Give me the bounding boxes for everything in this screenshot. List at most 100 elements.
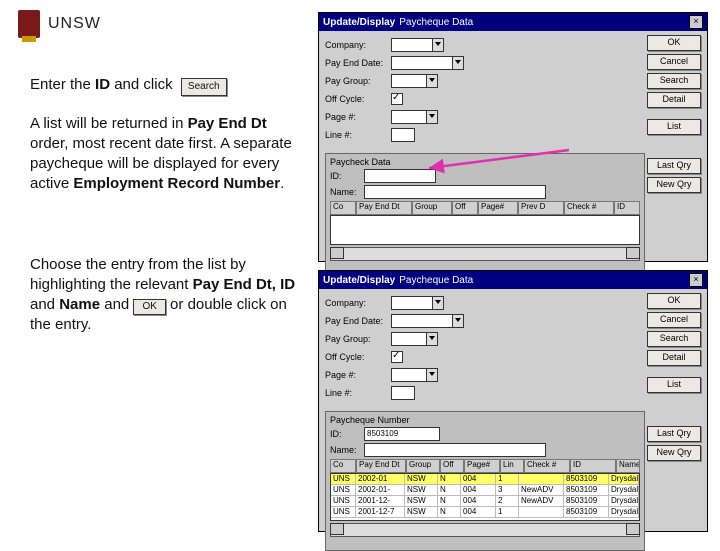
dropdown-icon[interactable] <box>452 314 464 328</box>
h-scrollbar[interactable] <box>330 247 640 261</box>
id-label: ID: <box>330 171 364 181</box>
scroll-right-icon[interactable] <box>626 523 640 535</box>
title-a: Update/Display <box>323 17 395 28</box>
right-buttons: OK Cancel Search Detail List Last Qry Ne… <box>647 35 701 193</box>
page-input[interactable] <box>391 368 427 382</box>
new-qry-button[interactable]: New Qry <box>647 445 701 461</box>
text: A list will be returned in <box>30 115 188 132</box>
id-input[interactable]: 8503109 <box>364 427 440 441</box>
dropdown-icon[interactable] <box>426 368 438 382</box>
scroll-left-icon[interactable] <box>330 247 344 259</box>
title-b: Paycheque Data <box>399 17 473 28</box>
col-co: Co <box>330 459 356 473</box>
cell: Drysdale,Democrat <box>609 496 639 507</box>
text: . <box>280 175 284 192</box>
scroll-right-icon[interactable] <box>626 247 640 259</box>
crest-icon <box>18 10 40 38</box>
cell: N <box>438 496 461 507</box>
cell <box>519 507 564 518</box>
last-qry-button[interactable]: Last Qry <box>647 426 701 442</box>
cell: Drysdale,Democrat <box>609 507 639 518</box>
search-button[interactable]: Search <box>647 73 701 89</box>
detail-button[interactable]: Detail <box>647 92 701 108</box>
col-off: Off <box>452 201 478 215</box>
list-button[interactable]: List <box>647 377 701 393</box>
pay-end-input[interactable] <box>391 56 453 70</box>
name-input[interactable] <box>364 185 546 199</box>
col-page: Page# <box>478 201 518 215</box>
table-row[interactable]: UNS2002-01NSWN00418503109Drysdale,Democr… <box>331 474 639 485</box>
dropdown-icon[interactable] <box>426 110 438 124</box>
grid-header: Co Pay End Dt Group Off Page# Lin Check … <box>330 459 640 473</box>
col-id: ID <box>570 459 616 473</box>
line-input[interactable] <box>391 128 415 142</box>
text: and click <box>110 76 173 93</box>
cell: 2002-01- <box>356 485 405 496</box>
text: and <box>100 296 133 313</box>
cell: Drysdale,Democrat <box>609 485 639 496</box>
line-input[interactable] <box>391 386 415 400</box>
scroll-left-icon[interactable] <box>330 523 344 535</box>
dropdown-icon[interactable] <box>452 56 464 70</box>
col-check: Check # <box>524 459 570 473</box>
dialog-paycheque-1: Update/Display Paycheque Data × OK Cancel… <box>318 12 708 262</box>
detail-button[interactable]: Detail <box>647 350 701 366</box>
title-b: Paycheque Data <box>399 275 473 286</box>
pay-end-input[interactable] <box>391 314 453 328</box>
ok-button-sample: OK <box>133 299 165 315</box>
table-row[interactable]: UNS2001-12-7NSWN00418503109Drysdale,Demo… <box>331 507 639 518</box>
dropdown-icon[interactable] <box>426 74 438 88</box>
instructions-column: Enter the ID and click Search A list wil… <box>30 75 300 354</box>
dropdown-icon[interactable] <box>432 38 444 52</box>
off-cycle-checkbox[interactable] <box>391 93 403 105</box>
name-input[interactable] <box>364 443 546 457</box>
id-input[interactable] <box>364 169 436 183</box>
table-row[interactable]: UNS2002-01-NSWN0043NewADV8503109Drysdale… <box>331 485 639 496</box>
close-icon[interactable]: × <box>689 15 703 29</box>
cell: NSW <box>405 485 438 496</box>
cell: UNS <box>331 507 356 518</box>
dropdown-icon[interactable] <box>432 296 444 310</box>
pay-group-label: Pay Group: <box>325 76 391 86</box>
paycheque-number-panel: Paycheque Number ID:8503109 Name: Co Pay… <box>325 411 645 551</box>
search-button[interactable]: Search <box>647 331 701 347</box>
pay-group-input[interactable] <box>391 332 427 346</box>
unsw-logo: UNSW <box>18 10 101 38</box>
cell: 8503109 <box>564 507 609 518</box>
line-label: Line #: <box>325 130 391 140</box>
company-input[interactable] <box>391 38 433 52</box>
cell: 2001-12-7 <box>356 507 405 518</box>
company-label: Company: <box>325 298 391 308</box>
col-co: Co <box>330 201 356 215</box>
company-input[interactable] <box>391 296 433 310</box>
off-cycle-checkbox[interactable] <box>391 351 403 363</box>
ok-button[interactable]: OK <box>647 293 701 309</box>
results-grid[interactable] <box>330 215 640 245</box>
list-button[interactable]: List <box>647 119 701 135</box>
new-qry-button[interactable]: New Qry <box>647 177 701 193</box>
ok-button[interactable]: OK <box>647 35 701 51</box>
cell: UNS <box>331 485 356 496</box>
table-row[interactable]: UNS2001-12-NSWN0042NewADV8503109Drysdale… <box>331 496 639 507</box>
page-input[interactable] <box>391 110 427 124</box>
cell: 2001-12- <box>356 496 405 507</box>
pay-group-label: Pay Group: <box>325 334 391 344</box>
text: Enter the <box>30 76 95 93</box>
pay-group-input[interactable] <box>391 74 427 88</box>
title-bar[interactable]: Update/DisplayPaycheque Data × <box>319 271 707 289</box>
col-check: Check # <box>564 201 614 215</box>
instruction-2: A list will be returned in Pay End Dt or… <box>30 114 300 195</box>
dialog-body: OK Cancel Search Detail List Last Qry Ne… <box>319 31 707 149</box>
grid-header: Co Pay End Dt Group Off Page# Prev D Che… <box>330 201 640 215</box>
dropdown-icon[interactable] <box>426 332 438 346</box>
page-label: Page #: <box>325 370 391 380</box>
dialog-paycheque-2: Update/DisplayPaycheque Data × OK Cancel… <box>318 270 708 532</box>
cancel-button[interactable]: Cancel <box>647 54 701 70</box>
h-scrollbar[interactable] <box>330 523 640 537</box>
results-grid[interactable]: UNS2002-01NSWN00418503109Drysdale,Democr… <box>330 473 640 521</box>
title-bar[interactable]: Update/Display Paycheque Data × <box>319 13 707 31</box>
close-icon[interactable]: × <box>689 273 703 287</box>
last-qry-button[interactable]: Last Qry <box>647 158 701 174</box>
cell: 004 <box>461 496 496 507</box>
cancel-button[interactable]: Cancel <box>647 312 701 328</box>
